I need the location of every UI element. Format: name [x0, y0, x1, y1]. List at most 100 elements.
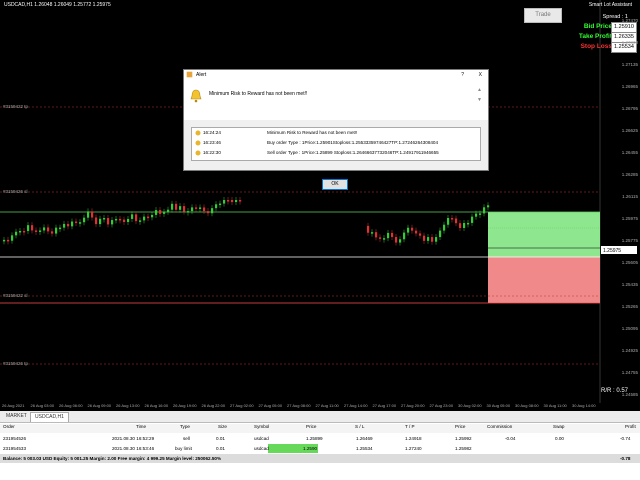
list-item[interactable]: 16:23:46 Buy order Type : 1Price:1.25901…	[192, 138, 480, 148]
candle-body	[95, 217, 98, 225]
candle-body	[423, 235, 426, 241]
col-header[interactable]: Symbol	[254, 424, 269, 429]
alert-time: 16:23:46	[203, 140, 221, 145]
cell: 1.25992	[455, 436, 472, 441]
price-tick-label: 1.27300	[621, 40, 638, 45]
candle-body	[163, 211, 166, 214]
close-button[interactable]: X	[479, 70, 482, 80]
candle-body	[219, 203, 222, 206]
candle-body	[403, 232, 406, 240]
price-tick-label: 1.25975	[621, 216, 638, 221]
col-header[interactable]: Profit	[625, 424, 636, 429]
col-header[interactable]: Price	[306, 424, 316, 429]
tab-usdcad[interactable]: USDCAD,H1	[30, 412, 69, 422]
candle-body	[39, 230, 42, 232]
price-tick-label: 1.26795	[621, 106, 638, 111]
candle-body	[35, 230, 38, 232]
terminal-panel[interactable]: MARKET USDCAD,H1 Order Time Type Size Sy…	[0, 411, 640, 480]
table-row[interactable]: 231954533 2021.08.30 16:53:46 buy limit …	[0, 444, 640, 453]
candle-body	[483, 207, 486, 214]
candle-body	[119, 218, 122, 221]
col-header[interactable]: Size	[218, 424, 227, 429]
bell-icon	[195, 140, 201, 146]
candle-body	[463, 223, 466, 228]
price-tick-label: 1.25435	[621, 282, 638, 287]
bell-icon	[195, 130, 201, 136]
cell: usdcad	[254, 436, 269, 441]
cell: 1.25534	[356, 446, 373, 451]
list-item[interactable]: 16:24:24 Minimum Risk to Reward has not …	[192, 128, 480, 138]
candle-body	[475, 213, 478, 217]
date-tick-label: 27 Aug 11:00	[315, 403, 339, 408]
list-item[interactable]: 16:22:30 Sell order Type : 1Price:1.2589…	[192, 148, 480, 158]
take-profit-label: Take Profit	[578, 33, 612, 40]
cell: 1.2590	[303, 446, 318, 451]
alert-dialog[interactable]: Alert ? X Minimum Risk to Reward has not…	[183, 69, 489, 190]
candle-body	[395, 237, 398, 243]
col-header[interactable]: S / L	[355, 424, 364, 429]
dialog-titlebar[interactable]: Alert ? X	[184, 70, 488, 80]
candle-body	[83, 217, 86, 223]
candle-body	[215, 204, 218, 209]
expert-advisor-name: Smart Lot Assistant	[588, 2, 632, 8]
cell: -0.74	[620, 436, 631, 441]
price-tick-label: 1.26285	[621, 172, 638, 177]
bell-icon	[190, 89, 202, 103]
candle-body	[439, 230, 442, 238]
table-row[interactable]: 231954526 2021.08.30 16:52:29 sell 0.01 …	[0, 434, 640, 443]
col-header[interactable]: Time	[136, 424, 146, 429]
candle-body	[71, 221, 74, 227]
price-tick-label: 1.24755	[621, 370, 638, 375]
col-header[interactable]: Swap	[553, 424, 565, 429]
candlestick-chart[interactable]: 1.25975	[0, 0, 640, 410]
scroll-up-icon[interactable]: ▲	[477, 87, 482, 93]
candle-body	[135, 214, 138, 222]
price-tick-label: 1.26115	[622, 194, 638, 199]
tab-market[interactable]: MARKET	[2, 412, 31, 421]
trade-button[interactable]: Trade	[524, 8, 562, 23]
cell: 1.24918	[405, 436, 422, 441]
help-button[interactable]: ?	[461, 70, 464, 80]
date-tick-label: 26 Aug 2021	[2, 403, 25, 408]
ok-button[interactable]: OK	[322, 179, 348, 190]
order-line-label: #3159422 tp	[3, 104, 29, 109]
cell: 1.25899	[306, 436, 323, 441]
col-header[interactable]: Price	[455, 424, 465, 429]
candle-body	[487, 205, 490, 208]
stop-loss-label: Stop Loss	[580, 43, 612, 50]
alert-time: 16:24:24	[203, 130, 221, 135]
col-header[interactable]: Type	[180, 424, 190, 429]
candle-body	[7, 239, 10, 242]
candle-body	[179, 206, 182, 210]
price-chart[interactable]: 1.25975 USDCAD,H1 1.26048 1.26049 1.2577…	[0, 0, 640, 410]
candle-body	[203, 207, 206, 212]
candle-body	[159, 210, 162, 214]
candle-body	[59, 227, 62, 230]
cell: 2021.08.30 16:53:46	[112, 446, 155, 451]
total-profit: -0.78	[620, 456, 631, 461]
col-header[interactable]: Order	[3, 424, 15, 429]
date-tick-label: 30 Aug 05:00	[486, 403, 511, 408]
balance-row: Balance: 5 003.03 USD Equity: 5 001.25 M…	[0, 454, 640, 463]
col-header[interactable]: Commission	[487, 424, 512, 429]
scroll-down-icon[interactable]: ▼	[477, 97, 482, 103]
candle-body	[111, 220, 114, 225]
date-tick-label: 30 Aug 02:00	[458, 403, 482, 408]
candle-body	[187, 211, 190, 213]
take-profit-zone	[488, 212, 600, 257]
alert-text: Sell order Type : 1Price:1.25899 Stoplos…	[267, 150, 439, 155]
price-tick-label: 1.24925	[621, 348, 638, 353]
candle-body	[383, 238, 386, 240]
candle-body	[115, 218, 118, 221]
table-header: Order Time Type Size Symbol Price S / L …	[0, 424, 640, 433]
candle-body	[419, 233, 422, 236]
current-price-label: 1.25975	[603, 248, 621, 254]
col-header[interactable]: T / P	[405, 424, 415, 429]
candle-body	[407, 227, 410, 233]
date-tick-label: 27 Aug 23:00	[429, 403, 454, 408]
alert-time: 16:22:30	[203, 150, 221, 155]
cell: buy limit	[175, 446, 192, 451]
cell: 231954526	[3, 436, 26, 441]
date-tick-label: 27 Aug 08:00	[287, 403, 311, 408]
alert-history-list[interactable]: 16:24:24 Minimum Risk to Reward has not …	[191, 127, 481, 161]
